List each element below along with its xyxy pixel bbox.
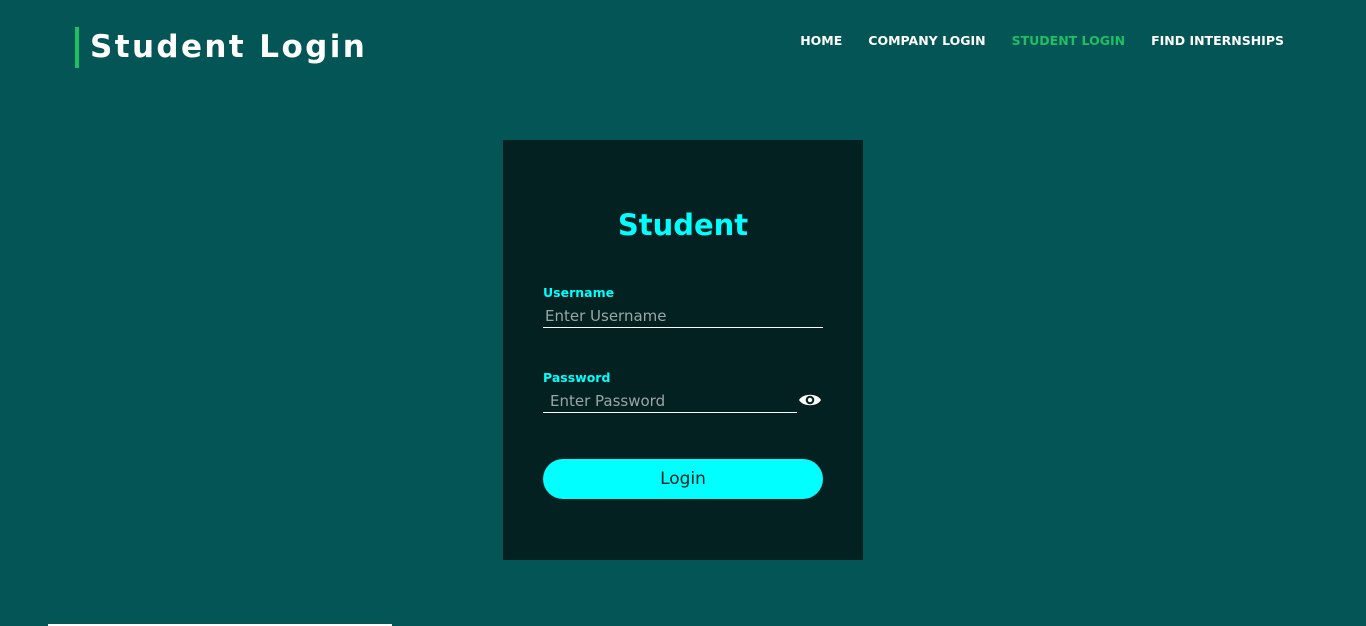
main-nav: HOME COMPANY LOGIN STUDENT LOGIN FIND IN… — [774, 33, 1284, 49]
username-input[interactable] — [543, 304, 823, 328]
username-label: Username — [543, 285, 615, 300]
password-label: Password — [543, 370, 611, 385]
nav-item-find-internships[interactable]: FIND INTERNSHIPS — [1151, 33, 1284, 49]
login-card-title: Student — [617, 208, 749, 242]
nav-item-student-login[interactable]: STUDENT LOGIN — [1012, 33, 1125, 49]
eye-icon[interactable] — [797, 390, 823, 410]
page-title: Student Login — [75, 27, 367, 68]
nav-item-home[interactable]: HOME — [800, 33, 842, 49]
login-button[interactable]: Login — [543, 459, 823, 499]
login-card: Student Username Password Login — [503, 140, 863, 560]
password-input[interactable] — [543, 389, 797, 413]
nav-item-company-login[interactable]: COMPANY LOGIN — [868, 33, 985, 49]
